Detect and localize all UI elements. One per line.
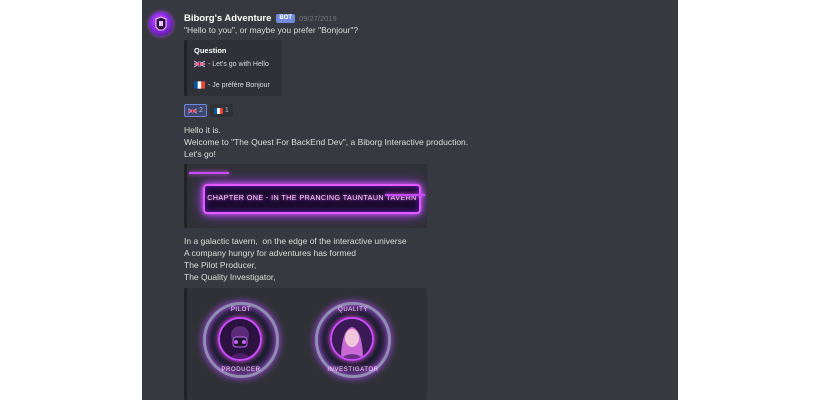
- reply-line-1: Hello it is.: [184, 125, 221, 135]
- poll-option-label: - Je préfère Bonjour: [208, 81, 270, 89]
- badge-top-label: PILOT: [230, 307, 252, 313]
- reaction-count: 1: [224, 107, 229, 114]
- france-flag-icon: [213, 107, 223, 114]
- banner-wing-right: [385, 194, 425, 196]
- pilot-producer-badge: PILOT PRODUCER: [203, 302, 279, 378]
- quality-portrait: [330, 317, 374, 361]
- poll-embed: Question - Let's go with Hello - Je préf…: [184, 40, 282, 96]
- chat-panel: Biborg's Adventure BOT 09/27/2019 "Hello…: [142, 0, 678, 400]
- story-line-3: The Pilot Producer,: [184, 260, 257, 270]
- poll-title: Question: [194, 46, 227, 55]
- characters-image-embed[interactable]: PILOT PRODUCER QUALITY INVESTIGATOR: [184, 288, 427, 400]
- reaction-bar: 2 1: [184, 104, 236, 117]
- poll-option-bonjour: - Je préfère Bonjour: [194, 81, 270, 89]
- banner-wing-left: [189, 172, 229, 174]
- bot-avatar[interactable]: [149, 12, 173, 36]
- quality-investigator-badge: QUALITY INVESTIGATOR: [315, 302, 391, 378]
- message-header: Biborg's Adventure BOT 09/27/2019: [184, 11, 337, 25]
- france-flag-icon: [194, 81, 205, 89]
- chapter-image-embed[interactable]: CHAPTER ONE - IN THE PRANCING TAUNTAUN T…: [184, 164, 427, 228]
- gas-mask-portrait-icon: [220, 319, 260, 359]
- bot-tag: BOT: [276, 13, 296, 23]
- reply-line-2: Welcome to "The Quest For BackEnd Dev", …: [184, 137, 469, 147]
- pilot-portrait: [218, 317, 262, 361]
- poll-option-label: - Let's go with Hello: [208, 60, 269, 68]
- timestamp: 09/27/2019: [299, 13, 337, 23]
- badge-bottom-label: INVESTIGATOR: [327, 367, 379, 373]
- badge-top-label: QUALITY: [338, 307, 368, 313]
- poll-option-hello: - Let's go with Hello: [194, 60, 269, 68]
- story-line-2: A company hungry for adventures has form…: [184, 248, 356, 258]
- reaction-uk[interactable]: 2: [184, 104, 207, 117]
- reply-line-3: Let's go!: [184, 149, 216, 159]
- reaction-france[interactable]: 1: [209, 104, 233, 117]
- uk-flag-icon: [194, 60, 205, 68]
- author-name[interactable]: Biborg's Adventure: [184, 13, 271, 24]
- uk-flag-icon: [188, 107, 197, 114]
- story-line-4: The Quality Investigator,: [184, 272, 276, 282]
- intro-text: "Hello to you", or maybe you prefer "Bon…: [184, 25, 359, 35]
- story-line-1: In a galactic tavern, on the edge of the…: [184, 236, 407, 246]
- chapter-banner: CHAPTER ONE - IN THE PRANCING TAUNTAUN T…: [203, 184, 421, 214]
- reaction-count: 2: [199, 107, 203, 114]
- helmet-icon: [155, 16, 167, 31]
- badge-bottom-label: PRODUCER: [221, 367, 261, 373]
- woman-portrait-icon: [332, 319, 372, 359]
